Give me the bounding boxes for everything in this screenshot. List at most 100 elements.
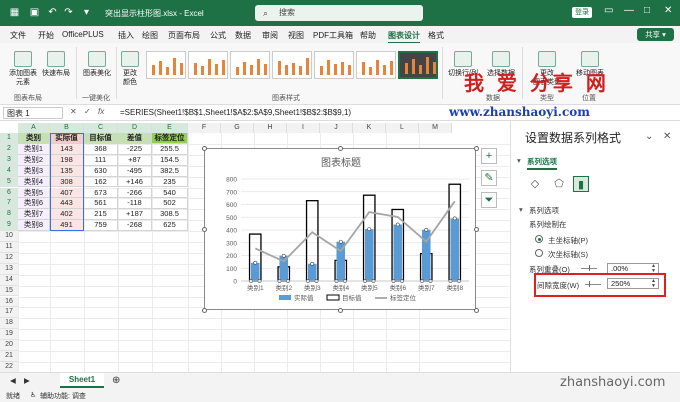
row-header-21[interactable]: 21	[0, 351, 18, 362]
header-cell[interactable]: 差值	[118, 133, 152, 144]
data-cell[interactable]: +87	[118, 154, 152, 166]
chart-style-5[interactable]	[314, 51, 354, 79]
tab-pdf-tools[interactable]: PDF工具箱	[313, 30, 353, 41]
chart-filter-icon[interactable]: ⏷	[481, 192, 497, 208]
quick-layout-button[interactable]: 快速布局	[40, 51, 72, 78]
resize-handle[interactable]	[202, 146, 207, 151]
chart-style-1[interactable]	[146, 51, 186, 79]
row-header-7[interactable]: 7	[0, 198, 18, 210]
row-header-8[interactable]: 8	[0, 209, 18, 221]
data-cell[interactable]: 308.5	[152, 209, 188, 221]
minimize-icon[interactable]: —	[624, 5, 634, 16]
next-sheet-icon[interactable]: ▶	[24, 376, 30, 385]
row-header-19[interactable]: 19	[0, 329, 18, 341]
column-header-B[interactable]: B	[50, 123, 84, 133]
beautify-button[interactable]: 图表美化	[80, 51, 114, 78]
tab-data[interactable]: 数据	[235, 30, 251, 41]
function-icon[interactable]: fx	[98, 107, 104, 116]
resize-handle[interactable]	[338, 308, 343, 313]
row-header-5[interactable]: 5	[0, 176, 18, 188]
data-cell[interactable]: 235	[152, 176, 188, 188]
data-cell[interactable]: 类别2	[18, 154, 50, 166]
share-button[interactable]: 共享 ▾	[637, 28, 674, 41]
column-header-F[interactable]: F	[188, 123, 221, 133]
data-cell[interactable]: 368	[84, 143, 118, 155]
add-chart-element-button[interactable]: 添加图表 元素	[8, 51, 38, 87]
data-cell[interactable]: 162	[84, 176, 118, 188]
column-header-L[interactable]: L	[386, 123, 419, 133]
customize-qat-icon[interactable]: ▾	[80, 6, 93, 19]
row-header-22[interactable]: 22	[0, 361, 18, 372]
data-cell[interactable]: 673	[84, 187, 118, 199]
tab-draw[interactable]: 绘图	[142, 30, 158, 41]
cancel-icon[interactable]: ✕	[70, 107, 77, 116]
fill-line-icon[interactable]: ◇	[527, 176, 543, 192]
tab-insert[interactable]: 插入	[118, 30, 134, 41]
chart-style-7-selected[interactable]	[398, 51, 438, 79]
row-header-10[interactable]: 10	[0, 231, 18, 242]
formula-input[interactable]: =SERIES(Sheet1!$B$1,Sheet1!$A$2:$A$9,She…	[120, 108, 351, 117]
data-cell[interactable]: 类别6	[18, 198, 50, 210]
close-icon[interactable]: ✕	[664, 5, 672, 16]
data-cell[interactable]: 111	[84, 154, 118, 166]
data-cell[interactable]: +187	[118, 209, 152, 221]
enter-icon[interactable]: ✓	[84, 107, 91, 116]
data-cell[interactable]: 类别1	[18, 143, 50, 155]
data-cell[interactable]: 类别4	[18, 176, 50, 188]
prev-sheet-icon[interactable]: ◀	[10, 376, 16, 385]
tab-help[interactable]: 帮助	[360, 30, 376, 41]
row-header-17[interactable]: 17	[0, 307, 18, 319]
row-header-9[interactable]: 9	[0, 220, 18, 232]
name-box[interactable]: 图表 1	[3, 107, 63, 119]
row-header-20[interactable]: 20	[0, 340, 18, 351]
chart-style-4[interactable]	[272, 51, 312, 79]
pane-close-icon[interactable]: ✕	[663, 131, 671, 142]
resize-handle[interactable]	[474, 227, 479, 232]
tab-officeplus[interactable]: OfficePLUS	[62, 30, 104, 39]
row-header-16[interactable]: 16	[0, 296, 18, 308]
row-header-12[interactable]: 12	[0, 252, 18, 264]
data-cell[interactable]: -495	[118, 165, 152, 177]
column-header-G[interactable]: G	[221, 123, 254, 133]
row-header-1[interactable]: 1	[0, 133, 18, 144]
tab-series-options[interactable]: 系列选项	[527, 156, 557, 170]
secondary-axis-radio[interactable]	[535, 249, 543, 257]
chart-style-2[interactable]	[188, 51, 228, 79]
tab-review[interactable]: 审阅	[262, 30, 278, 41]
data-cell[interactable]: 215	[84, 209, 118, 221]
tab-file[interactable]: 文件	[10, 30, 26, 41]
change-colors-button[interactable]: 更改 颜色	[118, 51, 142, 87]
row-header-13[interactable]: 13	[0, 263, 18, 275]
data-cell[interactable]: 561	[84, 198, 118, 210]
resize-handle[interactable]	[338, 146, 343, 151]
resize-handle[interactable]	[474, 308, 479, 313]
data-cell[interactable]: 502	[152, 198, 188, 210]
row-header-18[interactable]: 18	[0, 318, 18, 330]
worksheet-grid[interactable]: A B C D E F G H I J K L M 1 2 3 4 5 6 7 8 9 10 11 12 13 14 15 16 17 18…	[0, 121, 510, 372]
column-header-M[interactable]: M	[419, 123, 452, 133]
data-cell[interactable]: -266	[118, 187, 152, 199]
chart-styles-brush-icon[interactable]: ✎	[481, 170, 497, 186]
data-cell[interactable]: -225	[118, 143, 152, 155]
row-header-4[interactable]: 4	[0, 165, 18, 177]
row-header-3[interactable]: 3	[0, 154, 18, 166]
chart-style-6[interactable]	[356, 51, 396, 79]
search-box[interactable]: ⌕ 搜索	[255, 5, 423, 21]
data-cell[interactable]: 759	[84, 220, 118, 232]
row-header-14[interactable]: 14	[0, 274, 18, 286]
data-cell[interactable]: -268	[118, 220, 152, 232]
tab-chart-design[interactable]: 图表设计	[388, 30, 420, 44]
tab-format[interactable]: 格式	[428, 30, 444, 41]
data-cell[interactable]: 类别8	[18, 220, 50, 232]
column-header-D[interactable]: D	[118, 123, 152, 133]
tab-formulas[interactable]: 公式	[210, 30, 226, 41]
column-header-J[interactable]: J	[320, 123, 353, 133]
data-cell[interactable]: 类别7	[18, 209, 50, 221]
column-header-I[interactable]: I	[287, 123, 320, 133]
chart-area[interactable]: 图表标题 0 100 200 300 400 500 600 700 800 类别1 类别2 类别3 类别…	[204, 148, 476, 310]
ribbon-display-icon[interactable]: ▭	[604, 5, 613, 16]
column-header-C[interactable]: C	[84, 123, 118, 133]
column-header-H[interactable]: H	[254, 123, 287, 133]
data-cell[interactable]: 630	[84, 165, 118, 177]
row-header-6[interactable]: 6	[0, 187, 18, 199]
